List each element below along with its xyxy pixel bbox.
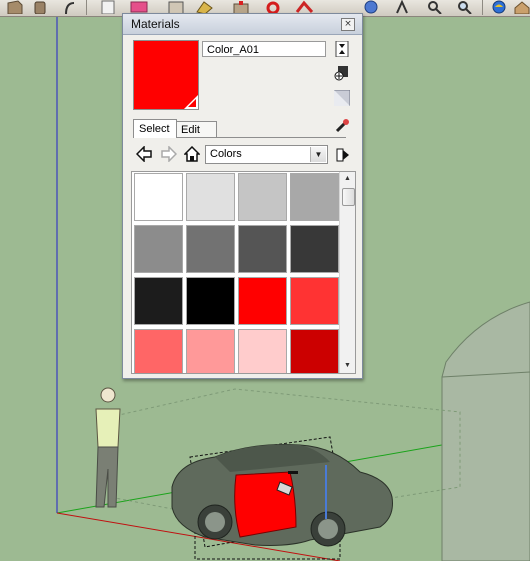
material-swatch[interactable] [134, 277, 183, 325]
push-pull-icon[interactable] [166, 0, 188, 15]
swatch-scrollbar[interactable]: ▲ ▼ [339, 172, 355, 373]
material-swatch[interactable] [290, 173, 339, 221]
chevron-down-icon[interactable]: ▼ [310, 147, 326, 162]
material-swatch[interactable] [238, 173, 287, 221]
display-secondary-selection-icon[interactable] [334, 40, 350, 58]
follow-me-icon[interactable] [294, 0, 316, 14]
scroll-up-icon[interactable]: ▲ [340, 172, 355, 186]
tab-select[interactable]: Select [133, 119, 177, 138]
eraser-icon[interactable] [128, 0, 150, 14]
zoom-extents-icon[interactable] [454, 0, 476, 15]
materials-panel: Materials × Color_A01 Select Edit Colors… [122, 13, 363, 379]
toolbar-separator [482, 0, 483, 15]
material-swatch[interactable] [134, 329, 183, 373]
material-preview[interactable] [133, 40, 199, 110]
back-arrow-icon[interactable] [135, 145, 152, 163]
paint-icon[interactable] [194, 0, 216, 15]
box-icon[interactable] [4, 0, 26, 15]
zoom-icon[interactable] [424, 0, 446, 15]
material-name-field[interactable]: Color_A01 [202, 41, 326, 57]
panel-title: Materials [131, 17, 180, 31]
globe-icon[interactable] [488, 0, 510, 14]
house-icon[interactable] [512, 0, 530, 15]
material-swatch[interactable] [238, 329, 287, 373]
preview-corner-inner [188, 99, 196, 107]
material-swatch[interactable] [238, 225, 287, 273]
car-rim-rear [318, 519, 338, 539]
material-swatch[interactable] [134, 225, 183, 273]
person-legs [95, 446, 119, 508]
person-torso [95, 408, 121, 448]
material-swatch[interactable] [290, 329, 339, 373]
details-arrow-icon[interactable] [335, 147, 351, 163]
default-material-icon[interactable] [333, 89, 351, 107]
person-head [100, 387, 116, 403]
collection-value: Colors [210, 148, 242, 160]
car-door-painted [234, 471, 297, 538]
home-icon[interactable] [183, 145, 201, 162]
dome-building [441, 301, 530, 561]
material-swatch[interactable] [290, 225, 339, 273]
material-swatch[interactable] [238, 277, 287, 325]
rotate-icon[interactable] [262, 0, 284, 15]
collection-dropdown[interactable]: Colors ▼ [205, 145, 328, 164]
toolbar-separator [86, 0, 87, 15]
cursor-indicator [288, 471, 298, 474]
material-swatch-grid: ▲ ▼ [131, 171, 356, 374]
orbit-globe-icon[interactable] [360, 0, 382, 14]
material-swatch[interactable] [134, 173, 183, 221]
material-swatch[interactable] [186, 225, 235, 273]
forward-arrow-icon[interactable] [161, 145, 178, 163]
material-swatch[interactable] [186, 277, 235, 325]
scroll-down-icon[interactable]: ▼ [340, 359, 355, 373]
material-swatch[interactable] [186, 173, 235, 221]
scroll-thumb[interactable] [342, 188, 355, 206]
create-material-icon[interactable] [334, 65, 350, 81]
material-swatch[interactable] [290, 277, 339, 325]
tab-edit[interactable]: Edit [175, 121, 217, 138]
move-icon[interactable] [230, 0, 252, 15]
material-swatch[interactable] [186, 329, 235, 373]
walk-icon[interactable] [392, 0, 414, 14]
paint-bucket-icon[interactable] [30, 0, 52, 15]
car-rim-front [205, 512, 225, 532]
eyedropper-icon[interactable] [334, 118, 350, 134]
component-icon[interactable] [98, 0, 120, 15]
close-button[interactable]: × [341, 18, 355, 31]
panel-titlebar[interactable]: Materials × [123, 14, 362, 35]
orbit-icon[interactable] [60, 0, 82, 15]
